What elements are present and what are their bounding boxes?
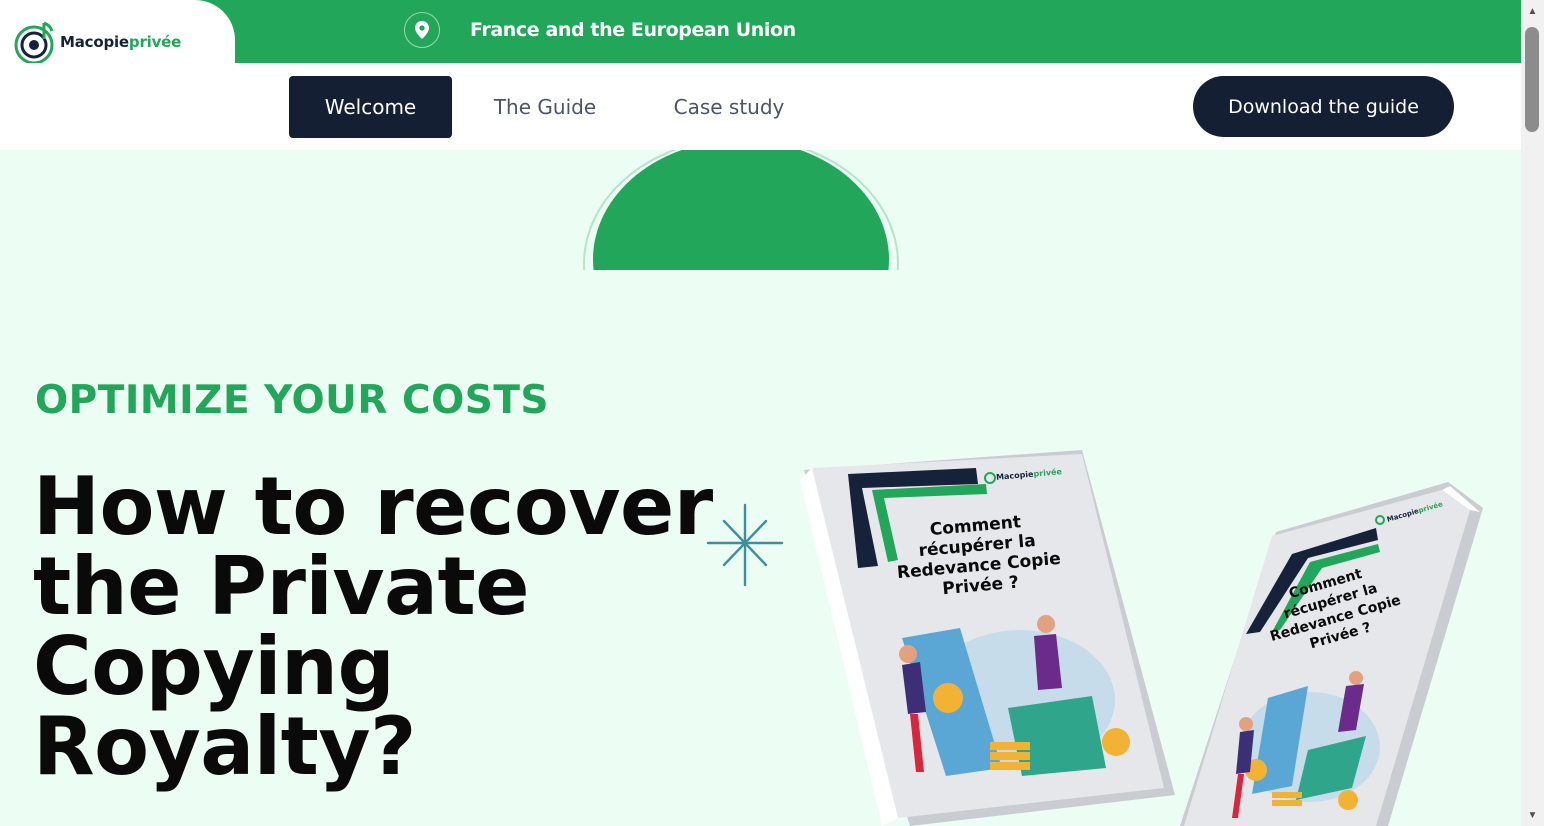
hero-headline: How to recover the Private Copying Royal… bbox=[33, 467, 753, 787]
logo-mark-icon bbox=[14, 21, 54, 65]
sparkle-icon bbox=[706, 503, 784, 587]
guide-book-cover: Macopieprivée Comment récupérer la Redev… bbox=[790, 450, 1180, 826]
location-indicator: France and the European Union bbox=[404, 12, 796, 48]
scroll-up-arrow-icon[interactable]: ▲ bbox=[1521, 2, 1544, 20]
download-guide-button[interactable]: Download the guide bbox=[1193, 76, 1454, 137]
brand-logo[interactable]: Macopieprivée bbox=[14, 19, 181, 65]
headline-line: Royalty? bbox=[33, 700, 416, 793]
vertical-scrollbar[interactable]: ▲ ▼ bbox=[1521, 0, 1544, 826]
main-nav: Welcome The Guide Case study Download th… bbox=[0, 63, 1521, 150]
scrollbar-thumb[interactable] bbox=[1525, 27, 1539, 132]
book-title: Comment récupérer la Redevance Copie Pri… bbox=[896, 512, 1062, 600]
location-text: France and the European Union bbox=[470, 19, 796, 41]
nav-item-welcome[interactable]: Welcome bbox=[289, 76, 452, 138]
nav-item-the-guide[interactable]: The Guide bbox=[478, 76, 612, 138]
scroll-down-arrow-icon[interactable]: ▼ bbox=[1521, 806, 1544, 824]
guide-book-cover: Macopieprivée Comment récupérer la Redev… bbox=[1180, 482, 1485, 826]
hero-eyebrow: OPTIMIZE YOUR COSTS bbox=[35, 378, 550, 423]
decorative-circle bbox=[0, 150, 1521, 270]
brand-name: Macopieprivée bbox=[60, 33, 182, 51]
nav-item-case-study[interactable]: Case study bbox=[660, 76, 798, 138]
map-pin-icon bbox=[404, 12, 440, 48]
top-bar: Macopieprivée France and the European Un… bbox=[0, 0, 1521, 65]
